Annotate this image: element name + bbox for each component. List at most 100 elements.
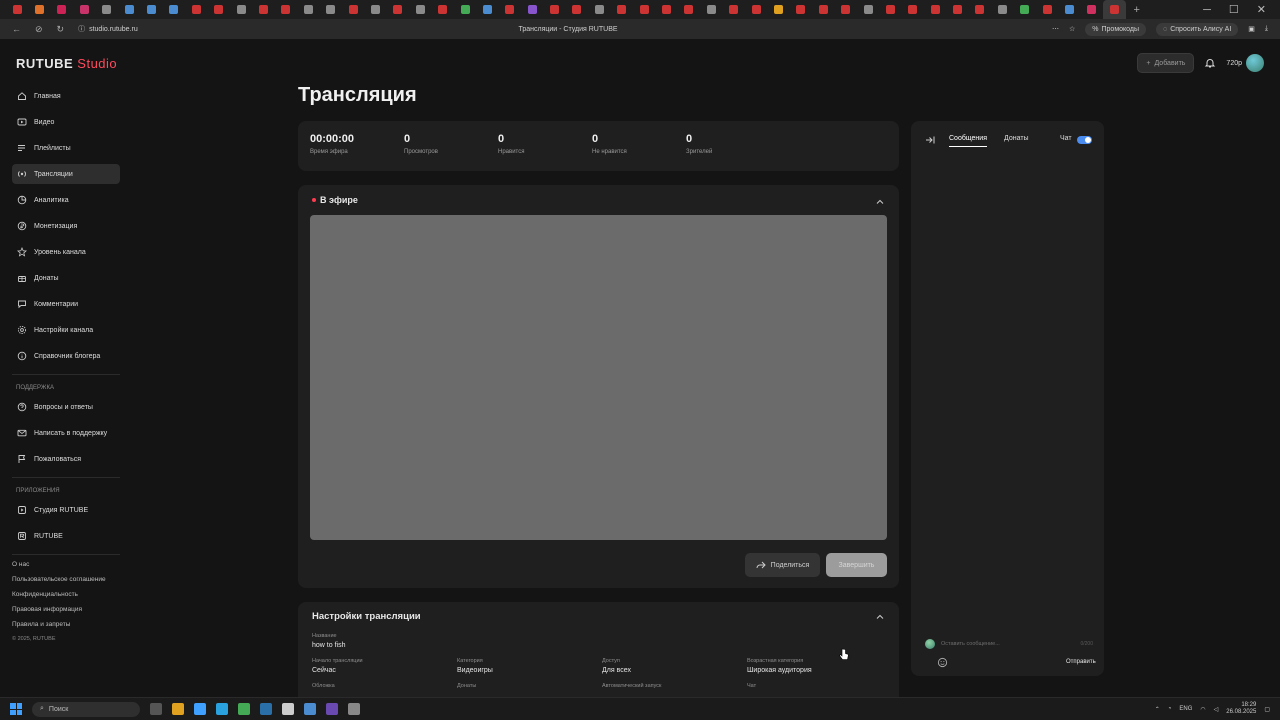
browser-tab[interactable] (51, 0, 73, 19)
telegram-icon[interactable] (216, 703, 228, 715)
sidebar-item-mail[interactable]: Написать в поддержку (12, 423, 120, 443)
browser-tab[interactable] (163, 0, 185, 19)
app-icon[interactable] (326, 703, 338, 715)
end-stream-button[interactable]: Завершить (826, 553, 887, 577)
tab-donates[interactable]: Донаты (1004, 135, 1029, 142)
settings-field[interactable]: Донаты (457, 683, 476, 689)
sidebar-item-home[interactable]: Главная (12, 86, 120, 106)
browser-tab[interactable] (476, 0, 498, 19)
app-icon[interactable] (304, 703, 316, 715)
settings-field[interactable]: Доступ Для всех (602, 658, 631, 674)
footer-link[interactable]: Конфиденциальность (12, 591, 120, 598)
task-view-icon[interactable] (150, 703, 162, 715)
browser-tab[interactable] (319, 0, 341, 19)
browser-tab[interactable] (185, 0, 207, 19)
browser-tab[interactable] (991, 0, 1013, 19)
download-icon[interactable]: ⤓ (1265, 25, 1268, 33)
minimize-icon[interactable]: ─ (1203, 4, 1211, 16)
browser-tab[interactable] (678, 0, 700, 19)
browser-tab[interactable] (566, 0, 588, 19)
browser-tab[interactable] (857, 0, 879, 19)
bookmark-icon[interactable]: ☆ (1069, 25, 1075, 33)
browser-tab[interactable] (275, 0, 297, 19)
quality-badge[interactable]: 720p (1226, 54, 1264, 72)
browser-tab[interactable] (543, 0, 565, 19)
settings-field[interactable]: Обложка (312, 683, 335, 689)
footer-link[interactable]: Правила и запреты (12, 621, 120, 628)
browser-tab[interactable] (1103, 0, 1126, 19)
browser-tab[interactable] (834, 0, 856, 19)
browser-tab[interactable] (252, 0, 274, 19)
browser-tab[interactable] (454, 0, 476, 19)
browser-tab[interactable] (521, 0, 543, 19)
sidebar-item-help[interactable]: Вопросы и ответы (12, 397, 120, 417)
browser-tab[interactable] (28, 0, 50, 19)
sidebar-item-star[interactable]: Уровень канала (12, 242, 120, 262)
maximize-icon[interactable]: ☐ (1229, 3, 1239, 16)
browser-tab[interactable] (879, 0, 901, 19)
steam-icon[interactable] (260, 703, 272, 715)
wifi-icon[interactable]: ◠ (1200, 706, 1205, 713)
collapse-panel-icon[interactable] (925, 135, 935, 145)
tab-messages[interactable]: Сообщения (949, 135, 987, 147)
browser-tab[interactable] (73, 0, 95, 19)
browser-tab[interactable] (902, 0, 924, 19)
emoji-icon[interactable] (937, 657, 948, 668)
browser-tab[interactable] (745, 0, 767, 19)
bell-icon[interactable] (1204, 57, 1216, 69)
chevron-up-icon[interactable]: ⌃ (1155, 706, 1160, 713)
chat-message-input[interactable]: Оставить сообщение... 0/200 (925, 637, 1093, 651)
avatar[interactable] (1246, 54, 1264, 72)
clock[interactable]: 18:29 26.08.2025 (1226, 702, 1256, 716)
browser-tab[interactable] (633, 0, 655, 19)
browser-tab[interactable] (409, 0, 431, 19)
sidebar-item-broadcast[interactable]: Трансляции (12, 164, 120, 184)
edge-icon[interactable] (194, 703, 206, 715)
lang-indicator[interactable]: ENG (1179, 706, 1192, 712)
footer-link[interactable]: Пользовательское соглашение (12, 576, 120, 583)
browser-tab[interactable] (723, 0, 745, 19)
taskbar-search[interactable]: ⌕ Поиск (32, 701, 140, 717)
browser-tab[interactable] (1058, 0, 1080, 19)
sidebar-item-info[interactable]: Справочник блогера (12, 346, 120, 366)
network-icon[interactable]: ◔ (1168, 706, 1172, 712)
video-player[interactable] (310, 215, 887, 540)
browser-tab[interactable] (812, 0, 834, 19)
chat-toggle[interactable] (1077, 136, 1092, 144)
promo-button[interactable]: % Промокоды (1085, 22, 1147, 36)
studio-logo[interactable]: RUTUBE Studio (16, 56, 117, 71)
chevron-up-icon[interactable] (875, 612, 885, 622)
browser-tab[interactable] (140, 0, 162, 19)
browser-tab[interactable] (499, 0, 521, 19)
share-button[interactable]: Поделиться (745, 553, 820, 577)
browser-tab[interactable] (118, 0, 140, 19)
settings-field[interactable]: Автоматический запуск (602, 683, 661, 689)
sidebar-item-comment[interactable]: Комментарии (12, 294, 120, 314)
browser-tab[interactable] (6, 0, 28, 19)
browser-tab[interactable] (1081, 0, 1103, 19)
footer-link[interactable]: Правовая информация (12, 606, 120, 613)
browser-tab[interactable] (230, 0, 252, 19)
notifications-icon[interactable]: ▢ (1264, 706, 1270, 713)
sidebar-item-video[interactable]: Видео (12, 112, 120, 132)
sidebar-item-money[interactable]: Монетизация (12, 216, 120, 236)
sidebar-item-gear[interactable]: Настройки канала (12, 320, 120, 340)
browser-tab[interactable] (655, 0, 677, 19)
browser-tab[interactable] (96, 0, 118, 19)
sidebar-item-rutube-app[interactable]: RUTUBE (12, 526, 120, 546)
sidebar-item-donate[interactable]: Донаты (12, 268, 120, 288)
browser-tab[interactable] (342, 0, 364, 19)
browser-tab[interactable] (431, 0, 453, 19)
app-icon[interactable] (238, 703, 250, 715)
extensions-icon[interactable]: ▣ (1248, 25, 1255, 33)
send-button[interactable]: Отправить (1066, 659, 1096, 665)
browser-tab[interactable] (297, 0, 319, 19)
sidebar-item-analytics[interactable]: Аналитика (12, 190, 120, 210)
more-icon[interactable]: ⋯ (1052, 25, 1059, 33)
browser-tab[interactable] (588, 0, 610, 19)
volume-icon[interactable]: ◁ (1214, 706, 1219, 713)
browser-tab[interactable] (387, 0, 409, 19)
footer-link[interactable]: О нас (12, 561, 120, 568)
settings-field[interactable]: Категория Видеоигры (457, 658, 493, 674)
settings-field-name[interactable]: Название how to fish (312, 633, 345, 649)
